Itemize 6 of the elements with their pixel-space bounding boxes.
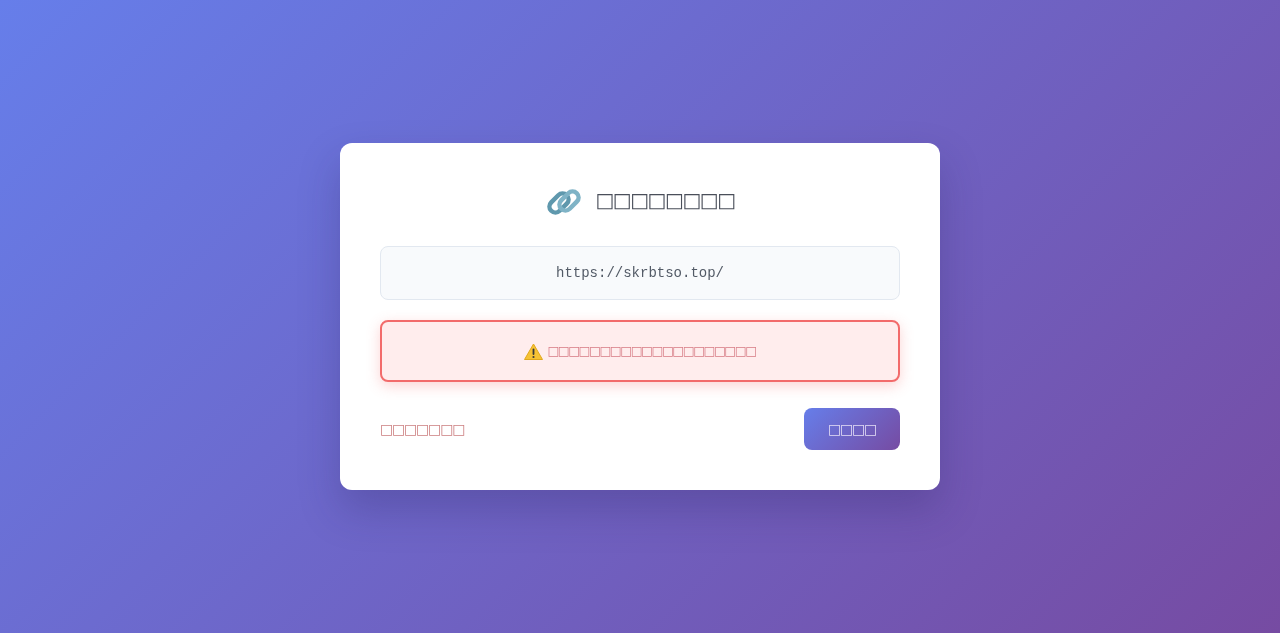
url-display: https://skrbtso.top/ [380,246,900,300]
action-button[interactable]: □□□□ [804,408,900,450]
dialog-title: □□□□□□□□ [595,190,735,210]
warning-text: □□□□□□□□□□□□□□□□□□□□ [547,344,756,358]
warning-icon [524,342,544,360]
text-link[interactable]: □□□□□□□ [380,422,465,436]
